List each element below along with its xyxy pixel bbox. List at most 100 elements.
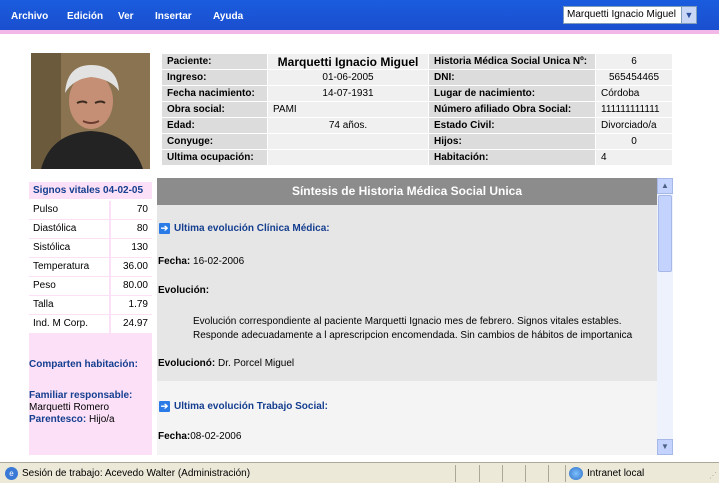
arrow-right-icon: ➔ <box>159 223 170 234</box>
occupation-label: Ultima ocupación: <box>162 150 267 165</box>
vital-value: 130 <box>108 238 152 258</box>
family-name: Marquetti Romero <box>29 402 110 413</box>
birthdate-label: Fecha nacimiento: <box>162 86 267 101</box>
social-title-text: Ultima evolución Trabajo Social: <box>174 401 328 413</box>
patient-row: Paciente: Marquetti Ignacio Miguel Histo… <box>162 54 672 69</box>
roommates-title: Comparten habitación: <box>29 359 138 370</box>
vitals-row: Talla 1.79 <box>29 295 152 315</box>
scroll-thumb[interactable] <box>658 195 672 272</box>
patient-row: Conyuge: Hijos: 0 <box>162 134 672 149</box>
dni-label: DNI: <box>429 70 595 85</box>
clinical-section: ➔ Ultima evolución Clínica Médica: Fecha:… <box>157 205 657 381</box>
clinical-evolution-text: Evolución correspondiente al paciente Ma… <box>193 315 653 343</box>
relationship-value: Hijo/a <box>89 414 115 425</box>
patient-row: Ingreso: 01-06-2005 DNI: 565454465 <box>162 70 672 85</box>
social-section-title[interactable]: ➔ Ultima evolución Trabajo Social: <box>159 401 328 412</box>
vital-value: 1.79 <box>108 295 152 315</box>
vitals-row: Temperatura 36.00 <box>29 257 152 277</box>
vitals-row: Sistólica 130 <box>29 238 152 258</box>
menu-insertar[interactable]: Insertar <box>155 11 192 22</box>
clinical-evolution-label: Evolución: <box>158 285 209 296</box>
spouse-value <box>268 134 428 149</box>
clinical-title-text: Ultima evolución Clínica Médica: <box>174 223 330 235</box>
room-value: 4 <box>596 150 672 165</box>
synthesis-title: Síntesis de Historia Médica Social Unica <box>157 178 657 205</box>
left-panel: Signos vitales 04-02-05 Pulso 70 Diastól… <box>29 182 152 455</box>
evolution-line: Evolución correspondiente al paciente Ma… <box>193 316 622 327</box>
vital-value: 80 <box>108 219 152 239</box>
chevron-down-icon[interactable]: ▼ <box>681 7 696 23</box>
affiliate-number-label: Número afiliado Obra Social: <box>429 102 595 117</box>
affiliate-number-value: 111111111111 <box>596 102 672 117</box>
social-date: Fecha:08-02-2006 <box>158 431 241 442</box>
menu-archivo[interactable]: Archivo <box>11 11 48 22</box>
insurance-value: PAMI <box>268 102 428 117</box>
scroll-down-button[interactable]: ▼ <box>657 439 673 455</box>
family-title: Familiar responsable: <box>29 390 133 401</box>
menu-ayuda[interactable]: Ayuda <box>213 11 243 22</box>
menu-ver[interactable]: Ver <box>118 11 134 22</box>
patient-row: Fecha nacimiento: 14-07-1931 Lugar de na… <box>162 86 672 101</box>
occupation-value <box>268 150 428 165</box>
patient-row: Obra social: PAMI Número afiliado Obra S… <box>162 102 672 117</box>
age-label: Edad: <box>162 118 267 133</box>
history-number-value: 6 <box>596 54 672 69</box>
vital-name: Diastólica <box>29 219 110 239</box>
social-section: ➔ Ultima evolución Trabajo Social: Fecha:… <box>157 381 657 455</box>
vital-name: Talla <box>29 295 110 315</box>
status-divider <box>479 465 480 482</box>
evolution-label-text: Evolución: <box>158 285 210 296</box>
vital-value: 70 <box>108 200 152 220</box>
vitals-row: Pulso 70 <box>29 200 152 220</box>
vitals-table: Signos vitales 04-02-05 Pulso 70 Diastól… <box>29 182 152 334</box>
history-number-label: Historia Médica Social Unica Nº: <box>429 54 595 69</box>
clinical-author: Evolucionó: Dr. Porcel Miguel <box>158 358 294 369</box>
patient-name: Marquetti Ignacio Miguel <box>268 54 428 69</box>
admission-value: 01-06-2005 <box>268 70 428 85</box>
status-divider <box>548 465 549 482</box>
status-divider <box>565 465 566 482</box>
vital-name: Peso <box>29 276 110 296</box>
patient-select[interactable]: Marquetti Ignacio Miguel ▼ <box>563 6 697 24</box>
scroll-up-button[interactable]: ▲ <box>657 178 673 194</box>
evolution-line: Responde adecuadamente a l aprescripcion… <box>193 330 633 341</box>
patient-row: Edad: 74 años. Estado Civil: Divorciado/… <box>162 118 672 133</box>
zone-text: Intranet local <box>587 468 645 479</box>
social-date-label: Fecha: <box>158 431 191 442</box>
vital-value: 80.00 <box>108 276 152 296</box>
vital-name: Ind. M Corp. <box>29 314 110 334</box>
room-label: Habitación: <box>429 150 595 165</box>
vitals-row: Ind. M Corp. 24.97 <box>29 314 152 334</box>
patient-info-table: Paciente: Marquetti Ignacio Miguel Histo… <box>161 53 673 166</box>
marital-status-label: Estado Civil: <box>429 118 595 133</box>
patient-photo <box>31 53 150 169</box>
clinical-author-value: Dr. Porcel Miguel <box>218 358 295 369</box>
clinical-date-label: Fecha: <box>158 256 191 267</box>
status-divider <box>502 465 503 482</box>
patient-label: Paciente: <box>162 54 267 69</box>
birthdate-value: 14-07-1931 <box>268 86 428 101</box>
clinical-date: Fecha: 16-02-2006 <box>158 256 244 267</box>
arrow-right-icon: ➔ <box>159 401 170 412</box>
vital-name: Sistólica <box>29 238 110 258</box>
vertical-scrollbar[interactable]: ▲ ▼ <box>657 178 673 455</box>
marital-status-value: Divorciado/a <box>596 118 672 133</box>
birthplace-label: Lugar de nacimiento: <box>429 86 595 101</box>
birthplace-value: Córdoba <box>596 86 672 101</box>
clinical-section-title[interactable]: ➔ Ultima evolución Clínica Médica: <box>159 223 330 234</box>
age-value: 74 años. <box>268 118 428 133</box>
social-date-value: 08-02-2006 <box>190 431 242 442</box>
clinical-date-value: 16-02-2006 <box>193 256 245 267</box>
resize-grip-icon[interactable]: ⋰ <box>709 471 717 480</box>
status-bar: e Sesión de trabajo: Acevedo Walter (Adm… <box>0 462 719 483</box>
vital-name: Pulso <box>29 200 110 220</box>
vitals-title: Signos vitales 04-02-05 <box>29 182 152 201</box>
relationship: Parentesco: Hijo/a <box>29 414 115 425</box>
insurance-label: Obra social: <box>162 102 267 117</box>
vitals-row: Peso 80.00 <box>29 276 152 296</box>
status-divider <box>525 465 526 482</box>
patient-select-value: Marquetti Ignacio Miguel <box>567 9 676 20</box>
patient-row: Ultima ocupación: Habitación: 4 <box>162 150 672 165</box>
status-divider <box>455 465 456 482</box>
menu-edicion[interactable]: Edición <box>67 11 103 22</box>
